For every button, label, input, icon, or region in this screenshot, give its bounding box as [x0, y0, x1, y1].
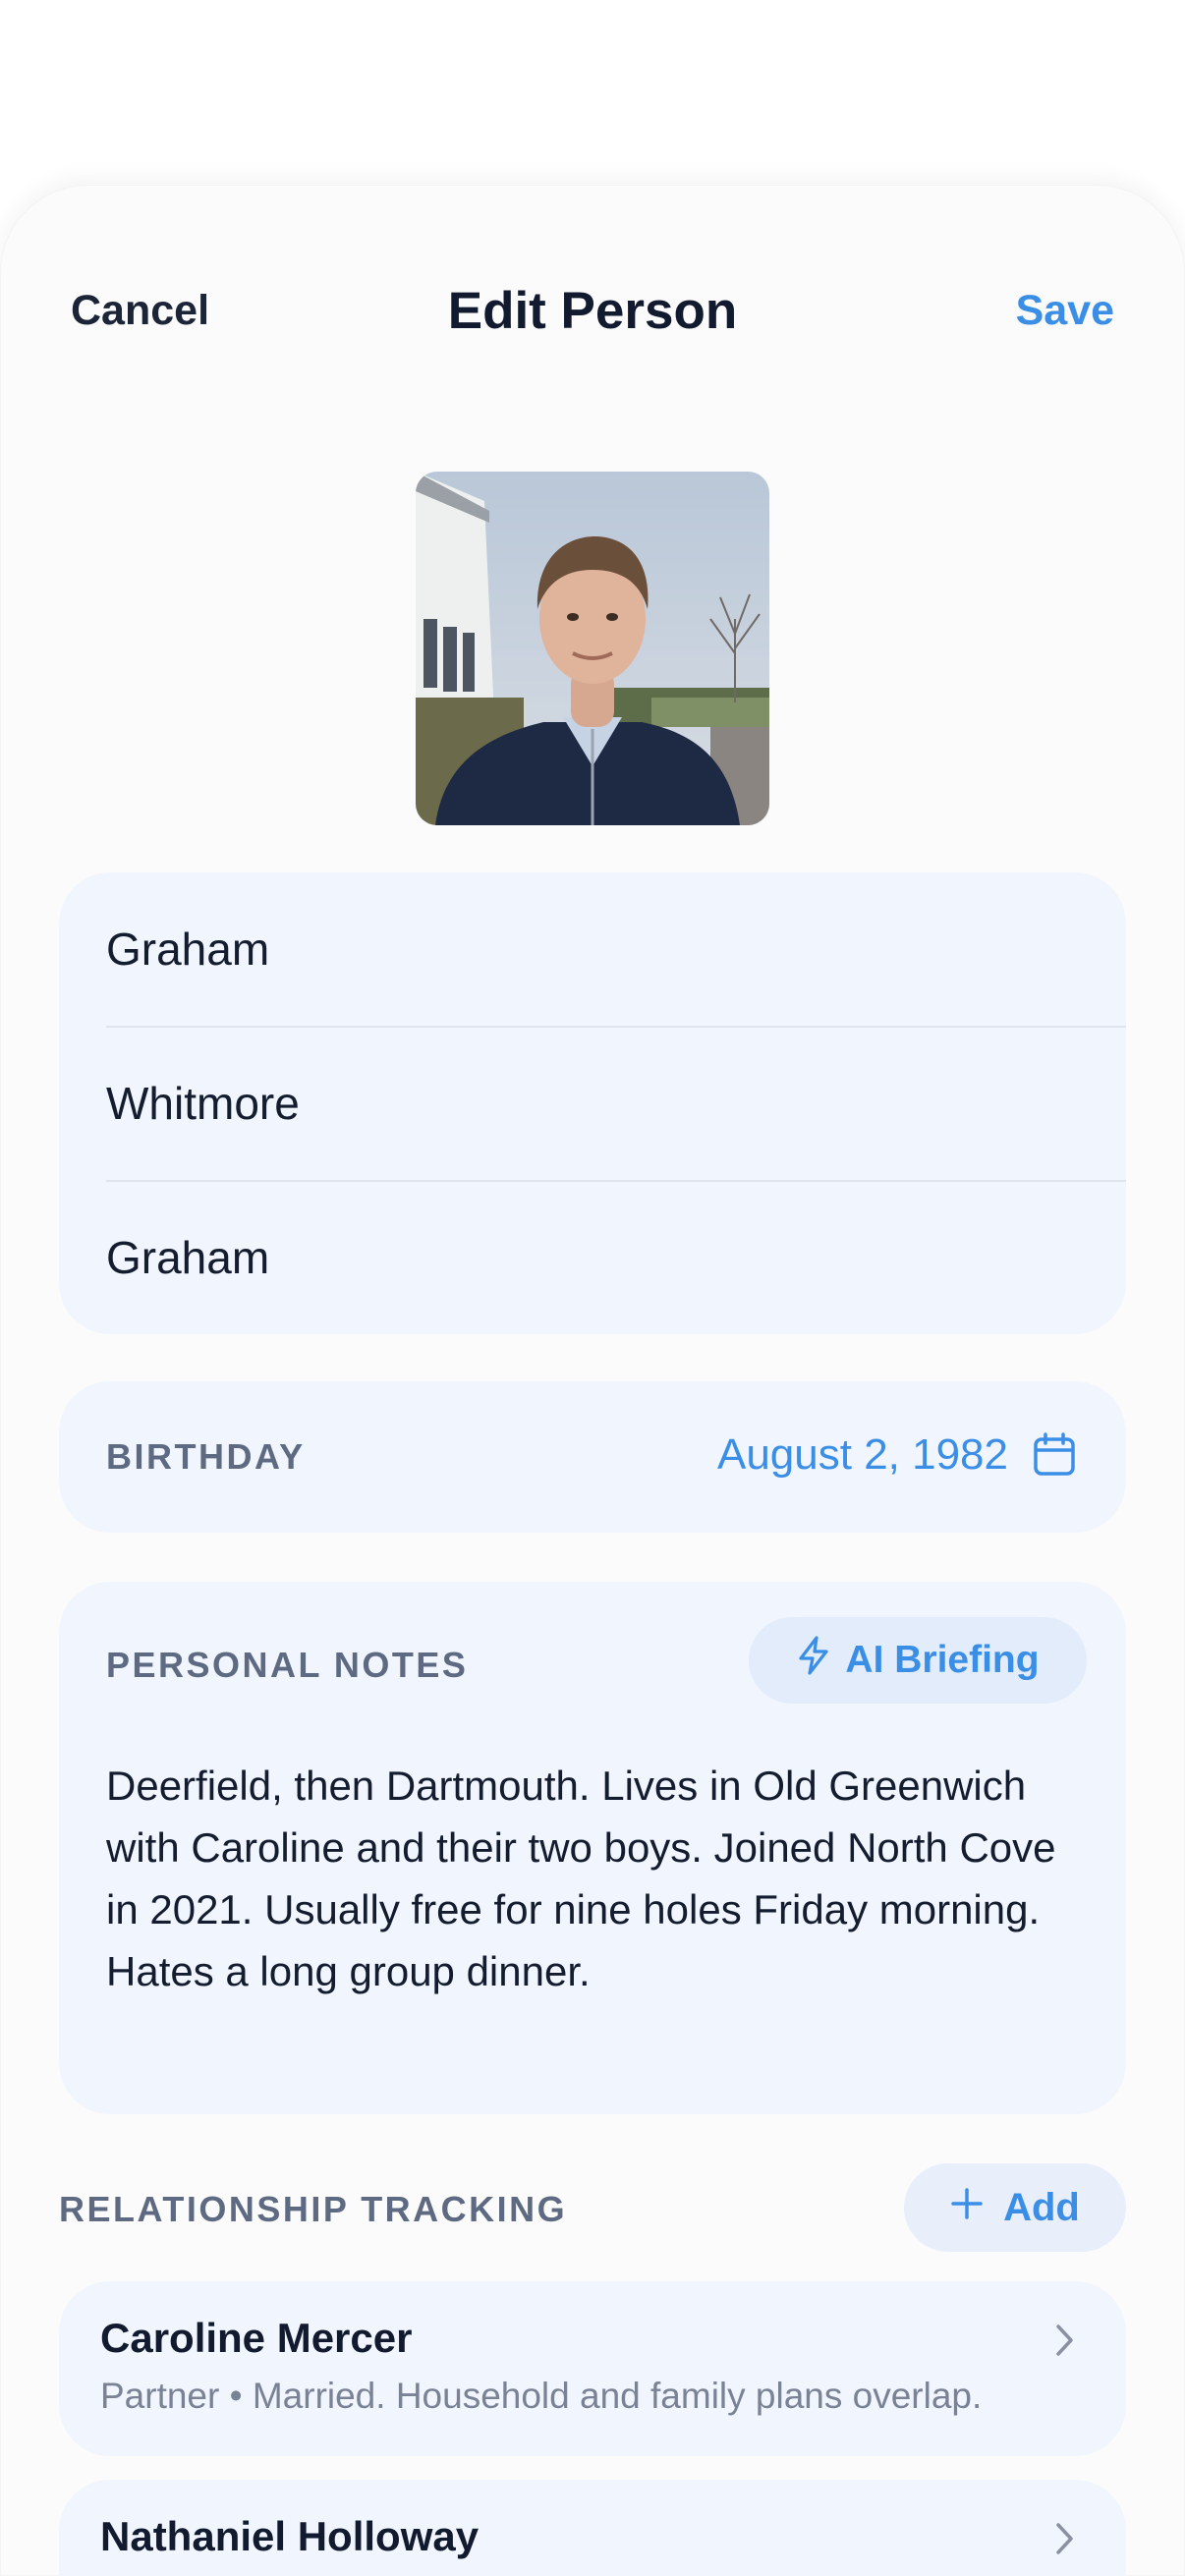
- calendar-icon[interactable]: [1032, 1432, 1077, 1478]
- birthday-label: BIRTHDAY: [106, 1436, 306, 1477]
- save-button[interactable]: Save: [1016, 287, 1114, 335]
- lightning-icon: [796, 1636, 831, 1685]
- navigation-bar: Cancel Edit Person Save: [0, 185, 1185, 450]
- birthday-value[interactable]: August 2, 1982: [717, 1430, 1008, 1480]
- nickname-field[interactable]: Graham: [106, 1181, 1126, 1334]
- chevron-right-icon: [1049, 2519, 1079, 2558]
- relationship-name: Nathaniel Holloway: [100, 2513, 480, 2559]
- personal-notes-text[interactable]: Deerfield, then Dartmouth. Lives in Old …: [106, 1755, 1087, 2002]
- page-title: Edit Person: [447, 282, 738, 340]
- personal-notes-card: PERSONAL NOTES AI Briefing Deerfield, th…: [59, 1582, 1126, 2114]
- profile-photo[interactable]: [416, 472, 769, 825]
- relationship-subtitle: Partner • Married. Household and family …: [100, 2376, 983, 2416]
- plus-icon: [950, 2186, 984, 2230]
- relationship-tracking-label: RELATIONSHIP TRACKING: [59, 2189, 568, 2229]
- birthday-card: BIRTHDAY August 2, 1982: [59, 1381, 1126, 1533]
- ai-briefing-label: AI Briefing: [845, 1639, 1040, 1681]
- edit-person-sheet: Cancel Edit Person Save Graham Whitmore …: [0, 185, 1185, 2576]
- add-label: Add: [1003, 2185, 1080, 2229]
- personal-notes-label: PERSONAL NOTES: [106, 1645, 469, 1685]
- last-name-field[interactable]: Whitmore: [106, 1027, 1126, 1180]
- ai-briefing-button[interactable]: AI Briefing: [749, 1617, 1087, 1704]
- first-name-field[interactable]: Graham: [106, 872, 1126, 1026]
- profile-photo-image: [416, 472, 769, 825]
- add-relationship-button[interactable]: Add: [904, 2163, 1126, 2252]
- relationship-name: Caroline Mercer: [100, 2315, 413, 2361]
- relationship-item[interactable]: Caroline Mercer Partner • Married. House…: [59, 2281, 1126, 2456]
- relationship-item[interactable]: Nathaniel Holloway: [59, 2480, 1126, 2576]
- chevron-right-icon: [1049, 2321, 1079, 2360]
- name-fields-card: Graham Whitmore Graham: [59, 872, 1126, 1334]
